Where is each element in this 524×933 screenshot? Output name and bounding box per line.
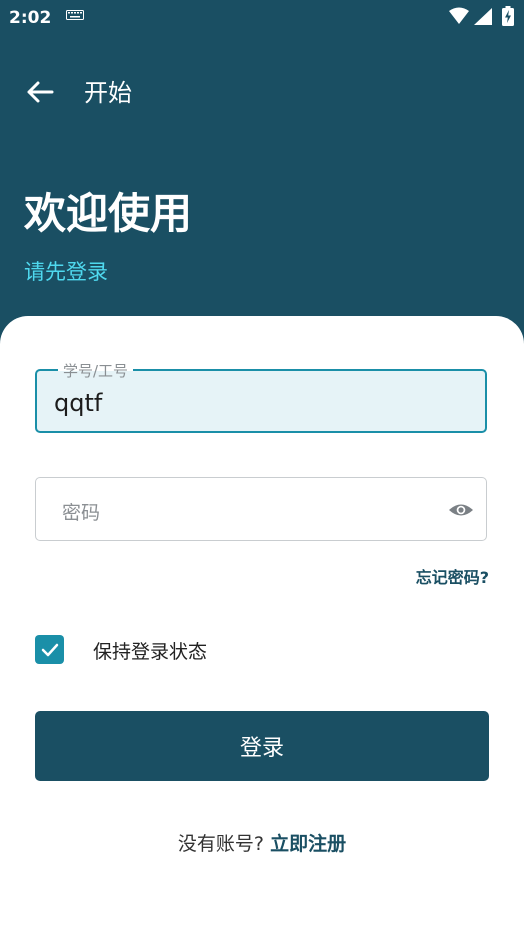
status-bar: 2:02: [0, 0, 524, 36]
wifi-icon: [449, 7, 469, 24]
password-placeholder: 密码: [62, 502, 101, 524]
forgot-password-link[interactable]: 忘记密码?: [416, 564, 489, 588]
remember-me-label[interactable]: 保持登录状态: [93, 637, 207, 664]
arrow-left-icon: [27, 81, 54, 103]
password-visibility-toggle[interactable]: [446, 498, 476, 522]
battery-charging-icon: [502, 6, 514, 26]
signal-icon: [474, 8, 492, 25]
remember-me-checkbox[interactable]: [35, 635, 64, 664]
no-account-text: 没有账号?: [177, 833, 265, 855]
app-bar-title: 开始: [84, 79, 132, 107]
password-field[interactable]: [35, 477, 487, 541]
keyboard-icon: [66, 10, 84, 20]
username-label: 学号/工号: [58, 360, 134, 381]
checkmark-icon: [41, 643, 58, 656]
welcome-title: 欢迎使用: [24, 189, 193, 238]
back-button[interactable]: [20, 72, 60, 112]
register-prompt: 没有账号? 立即注册: [0, 829, 524, 856]
eye-icon: [449, 504, 473, 516]
login-button[interactable]: 登录: [35, 711, 489, 781]
username-value[interactable]: qqtf: [54, 389, 102, 417]
status-time: 2:02: [9, 8, 52, 28]
register-link[interactable]: 立即注册: [270, 833, 346, 855]
welcome-subtitle: 请先登录: [24, 260, 108, 284]
